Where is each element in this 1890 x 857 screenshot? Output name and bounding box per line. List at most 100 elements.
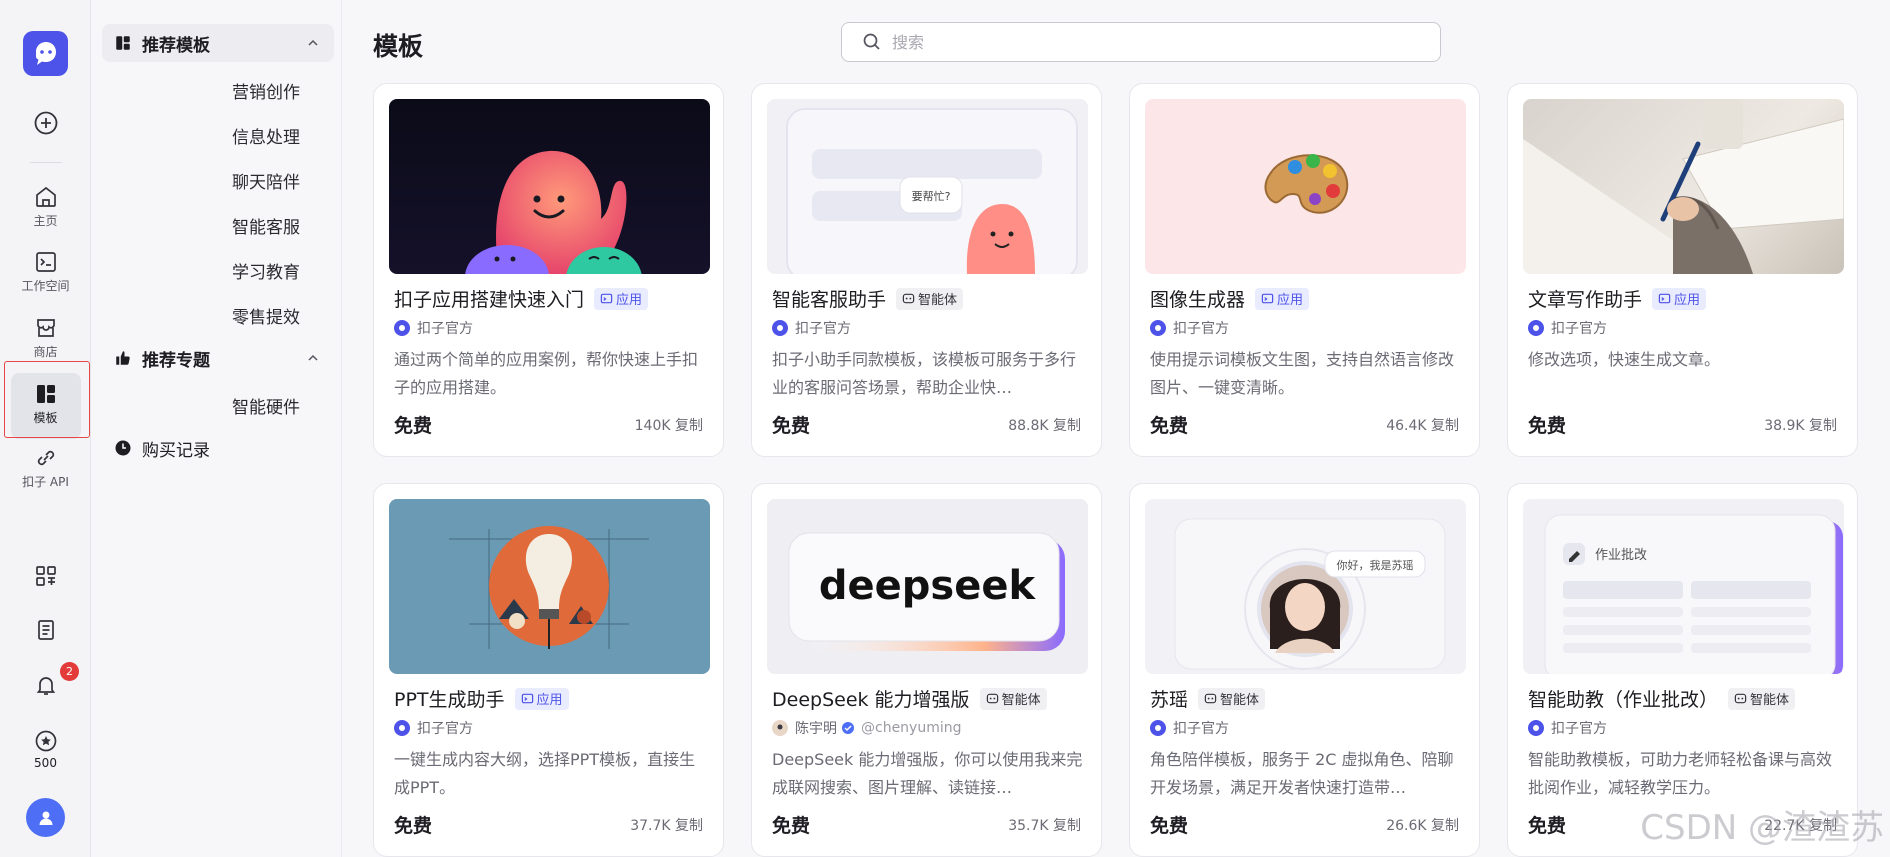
agent-tag-icon bbox=[1204, 693, 1217, 704]
author-handle: @chenyuming bbox=[861, 720, 962, 736]
author-avatar bbox=[772, 320, 788, 336]
main-content: 模板 扣子应用搭建快速入门应用 扣子官方 通过两个简单的应用案例，帮你快速上手扣… bbox=[343, 0, 1890, 857]
points-button[interactable]: 500 bbox=[0, 729, 91, 770]
card-copy-count: 35.7K 复制 bbox=[1008, 818, 1081, 834]
card-description: DeepSeek 能力增强版，你可以使用我来完成联网搜索、图片理解、读链接… bbox=[772, 750, 1083, 797]
category-chat-companion[interactable]: 聊天陪伴 bbox=[232, 168, 300, 193]
template-card[interactable]: 图像生成器 应用 扣子官方 使用提示词模板文生图，支持自然语言修改图片、一键变清晰… bbox=[1129, 83, 1480, 457]
create-button[interactable] bbox=[0, 110, 91, 136]
author-avatar bbox=[394, 320, 410, 336]
template-card[interactable]: PPT生成助手 应用 扣子官方 一键生成内容大纲，选择PPT模板，直接生成PPT。… bbox=[373, 483, 724, 857]
agent-tag-icon bbox=[1734, 693, 1747, 704]
card-description: 使用提示词模板文生图，支持自然语言修改图片、一键变清晰。 bbox=[1150, 350, 1455, 397]
card-cover-image: 作业批改 bbox=[1523, 499, 1844, 674]
nav-home[interactable]: 主页 bbox=[0, 185, 91, 229]
coze-logo[interactable] bbox=[23, 31, 68, 76]
page-title: 模板 bbox=[373, 32, 424, 61]
author-avatar bbox=[1150, 320, 1166, 336]
template-card[interactable]: 要帮忙? 智能客服助手 智能体 扣子官方 扣子小助手同款模板，该模板可服务于多行业… bbox=[751, 83, 1102, 457]
group-label: 推荐模板 bbox=[142, 35, 210, 56]
search-box[interactable] bbox=[841, 22, 1441, 62]
card-tag: 智能体 bbox=[1198, 687, 1266, 710]
category-retail[interactable]: 零售提效 bbox=[232, 303, 300, 328]
chevron-up-icon bbox=[308, 354, 318, 361]
card-description: 通过两个简单的应用案例，帮你快速上手扣子的应用搭建。 bbox=[394, 350, 699, 397]
card-author: 扣子官方 bbox=[417, 721, 473, 737]
apps-icon bbox=[35, 566, 56, 586]
author-avatar bbox=[1528, 320, 1544, 336]
card-image-text: deepseek bbox=[819, 563, 1037, 609]
terminal-icon bbox=[35, 252, 56, 272]
notification-badge: 2 bbox=[60, 662, 79, 681]
nav-workspace[interactable]: 工作空间 bbox=[0, 250, 91, 294]
card-title: 智能助教（作业批改） bbox=[1528, 689, 1719, 711]
nav-store[interactable]: 商店 bbox=[0, 316, 91, 360]
docs-button[interactable] bbox=[0, 618, 91, 642]
card-cover-image: deepseek bbox=[767, 499, 1088, 674]
card-copy-count: 38.9K 复制 bbox=[1764, 418, 1837, 434]
icon-rail: 主页 工作空间 商店 模板 扣子 API 2 500 bbox=[0, 0, 91, 857]
card-author: 扣子官方 bbox=[1173, 721, 1229, 737]
template-card[interactable]: deepseek DeepSeek 能力增强版 智能体 陈宇明 @chenyumin… bbox=[751, 483, 1102, 857]
card-price: 免费 bbox=[394, 415, 433, 437]
card-cover-image bbox=[1145, 99, 1466, 274]
group-recommended-templates[interactable]: 推荐模板 bbox=[102, 24, 334, 62]
group-label: 推荐专题 bbox=[142, 350, 210, 371]
author-avatar bbox=[1150, 720, 1166, 736]
card-cover-image bbox=[1523, 99, 1844, 274]
card-price: 免费 bbox=[1528, 815, 1567, 837]
user-icon bbox=[39, 811, 52, 825]
card-price: 免费 bbox=[1528, 415, 1567, 437]
bell-icon bbox=[36, 677, 55, 695]
card-description: 智能助教模板，可助力老师轻松备课与高效批阅作业，减轻教学压力。 bbox=[1528, 750, 1833, 797]
card-tag: 智能体 bbox=[896, 287, 964, 310]
template-card[interactable]: 文章写作助手 应用 扣子官方 修改选项，快速生成文章。 免费 38.9K 复制 bbox=[1507, 83, 1858, 457]
author-avatar bbox=[1528, 720, 1544, 736]
card-price: 免费 bbox=[1150, 815, 1189, 837]
category-marketing[interactable]: 营销创作 bbox=[232, 78, 300, 103]
document-icon bbox=[37, 620, 54, 640]
nav-workspace-label: 工作空间 bbox=[21, 279, 70, 293]
card-price: 免费 bbox=[1150, 415, 1189, 437]
category-customer-service[interactable]: 智能客服 bbox=[232, 213, 300, 238]
category-info-processing[interactable]: 信息处理 bbox=[232, 123, 300, 148]
verified-badge-icon bbox=[842, 722, 854, 734]
link-icon bbox=[37, 450, 54, 466]
card-author: 扣子官方 bbox=[1173, 321, 1229, 337]
apps-button[interactable] bbox=[0, 564, 91, 588]
purchase-history[interactable]: 购买记录 bbox=[102, 429, 334, 467]
highlight-box bbox=[4, 361, 90, 438]
card-tag: 应用 bbox=[594, 287, 649, 310]
template-card[interactable]: 扣子应用搭建快速入门 应用 扣子官方 通过两个简单的应用案例，帮你快速上手扣子的应… bbox=[373, 83, 724, 457]
card-image-text: 作业批改 bbox=[1595, 548, 1647, 563]
card-author: 陈宇明 bbox=[795, 721, 837, 737]
category-education[interactable]: 学习教育 bbox=[232, 258, 300, 283]
card-author: 扣子官方 bbox=[1551, 321, 1607, 337]
thumbs-up-icon bbox=[112, 349, 134, 367]
card-author: 扣子官方 bbox=[1551, 721, 1607, 737]
rail-divider bbox=[30, 162, 62, 163]
card-price: 免费 bbox=[772, 415, 811, 437]
search-input[interactable] bbox=[892, 32, 1412, 52]
topic-smart-hardware[interactable]: 智能硬件 bbox=[232, 393, 300, 418]
purchase-history-label: 购买记录 bbox=[142, 440, 210, 461]
card-title: DeepSeek 能力增强版 bbox=[772, 689, 970, 711]
user-avatar[interactable] bbox=[26, 798, 65, 837]
group-recommended-topics[interactable]: 推荐专题 bbox=[102, 339, 334, 377]
card-price: 免费 bbox=[394, 815, 433, 837]
card-tag: 应用 bbox=[514, 687, 569, 710]
card-copy-count: 140K 复制 bbox=[634, 418, 703, 434]
template-card[interactable]: 你好，我是苏瑶 苏瑶 智能体 扣子官方 角色陪伴模板，服务于 2C 虚拟角色、陪聊… bbox=[1129, 483, 1480, 857]
card-title: 文章写作助手 bbox=[1528, 289, 1643, 311]
card-description: 角色陪伴模板，服务于 2C 虚拟角色、陪聊开发场景，满足开发者快速打造带… bbox=[1150, 750, 1454, 797]
agent-tag-icon bbox=[902, 293, 915, 304]
card-cover-image bbox=[389, 99, 710, 274]
card-copy-count: 46.4K 复制 bbox=[1386, 418, 1459, 434]
home-icon bbox=[35, 186, 56, 207]
card-description: 扣子小助手同款模板，该模板可服务于多行业的客服问答场景，帮助企业快… bbox=[772, 350, 1077, 397]
author-avatar bbox=[394, 720, 410, 736]
nav-api[interactable]: 扣子 API bbox=[0, 446, 91, 490]
app-tag-icon bbox=[521, 693, 533, 704]
card-cover-image bbox=[389, 499, 710, 674]
template-grid-icon bbox=[112, 34, 134, 52]
